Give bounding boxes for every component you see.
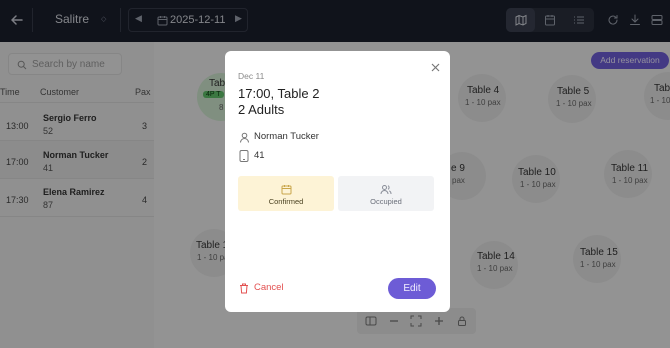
- status-label: Occupied: [370, 197, 402, 206]
- cancel-reservation-button[interactable]: Cancel: [254, 282, 284, 293]
- status-occupied-button[interactable]: Occupied: [338, 176, 434, 211]
- reservation-party-size: 2 Adults: [238, 102, 285, 117]
- status-label: Confirmed: [268, 197, 304, 206]
- status-confirmed-button[interactable]: Confirmed: [238, 176, 334, 211]
- reservation-date: Dec 11: [238, 71, 265, 81]
- users-icon: [380, 183, 392, 195]
- reservation-title: 17:00, Table 2: [238, 86, 320, 101]
- phone-icon: [238, 149, 250, 162]
- guest-number: 41: [254, 150, 265, 161]
- user-icon: [238, 131, 250, 143]
- edit-reservation-button[interactable]: Edit: [388, 278, 436, 299]
- trash-icon[interactable]: [238, 282, 249, 294]
- guest-name: Norman Tucker: [254, 131, 319, 142]
- calendar-check-icon: [280, 183, 292, 195]
- close-icon[interactable]: [430, 62, 440, 72]
